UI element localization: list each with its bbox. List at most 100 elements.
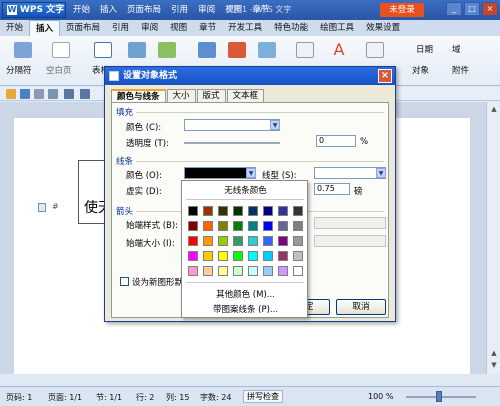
picture-icon[interactable] — [128, 42, 146, 58]
preview-icon[interactable] — [48, 89, 58, 99]
clipart-icon[interactable] — [158, 42, 176, 58]
date-label[interactable]: 日期 — [416, 43, 433, 55]
tab-drawing-tools[interactable]: 绘图工具 — [314, 20, 360, 36]
tab-page-layout[interactable]: 页面布局 — [60, 20, 106, 36]
end-size-dropdown[interactable] — [314, 235, 386, 247]
menu-references[interactable]: 引用 — [166, 3, 193, 17]
color-swatch[interactable] — [203, 221, 213, 231]
dialog-title-bar[interactable]: 设置对象格式 — [105, 67, 395, 85]
menu-start[interactable]: 开始 — [68, 3, 95, 17]
minimize-icon[interactable]: _ — [446, 2, 462, 16]
object-label[interactable]: 对象 — [412, 64, 429, 76]
blank-page-icon[interactable] — [52, 42, 70, 58]
vertical-scrollbar[interactable]: ▲ ▲ ▼ — [486, 102, 500, 374]
scroll-up-icon[interactable]: ▲ — [489, 104, 499, 114]
smartart-icon[interactable] — [258, 42, 276, 58]
tab-size[interactable]: 大小 — [166, 89, 196, 103]
line-color-chevron-down-icon[interactable]: ▼ — [246, 168, 256, 178]
save-icon[interactable] — [20, 89, 30, 99]
color-swatch[interactable] — [203, 266, 213, 276]
attachment-label[interactable]: 附件 — [452, 64, 469, 76]
wordart-icon[interactable]: A — [330, 42, 348, 58]
color-swatch[interactable] — [263, 266, 273, 276]
tab-special[interactable]: 特色功能 — [268, 20, 314, 36]
color-swatch[interactable] — [263, 221, 273, 231]
open-icon[interactable] — [6, 89, 16, 99]
color-swatch[interactable] — [188, 266, 198, 276]
color-swatch[interactable] — [248, 251, 258, 261]
redo-icon[interactable] — [80, 89, 90, 99]
tab-chapter[interactable]: 章节 — [193, 20, 222, 36]
end-style-dropdown[interactable] — [314, 217, 386, 229]
color-swatch[interactable] — [218, 266, 228, 276]
restore-icon[interactable]: □ — [464, 2, 480, 16]
color-swatch[interactable] — [218, 221, 228, 231]
color-swatch[interactable] — [233, 221, 243, 231]
color-swatch[interactable] — [188, 251, 198, 261]
color-swatch[interactable] — [293, 206, 303, 216]
spellcheck-button[interactable]: 拼写检查 — [243, 390, 283, 403]
pattern-line-option[interactable]: 带图案线条 (P)... — [182, 303, 309, 315]
page-break-label[interactable]: 分隔符 — [6, 64, 32, 76]
color-swatch[interactable] — [263, 251, 273, 261]
dialog-close-button[interactable]: × — [378, 69, 392, 83]
field-label[interactable]: 域 — [452, 43, 461, 55]
default-checkbox[interactable] — [120, 277, 129, 286]
color-swatch[interactable] — [278, 236, 288, 246]
color-swatch[interactable] — [293, 236, 303, 246]
dropcap-icon[interactable] — [366, 42, 384, 58]
menu-page-layout[interactable]: 页面布局 — [122, 3, 166, 17]
shapes-icon[interactable] — [198, 42, 216, 58]
color-swatch[interactable] — [278, 251, 288, 261]
close-icon[interactable]: × — [482, 2, 498, 16]
tab-effects[interactable]: 效果设置 — [360, 20, 406, 36]
color-swatch[interactable] — [188, 206, 198, 216]
prev-page-icon[interactable]: ▲ — [489, 348, 499, 358]
line-weight-input[interactable]: 0.75 — [314, 183, 350, 195]
chart-icon[interactable] — [228, 42, 246, 58]
color-swatch[interactable] — [293, 251, 303, 261]
color-swatch[interactable] — [293, 221, 303, 231]
color-swatch[interactable] — [188, 221, 198, 231]
color-swatch[interactable] — [203, 206, 213, 216]
tab-textbox[interactable]: 文本框 — [226, 89, 265, 103]
color-swatch[interactable] — [218, 236, 228, 246]
print-icon[interactable] — [34, 89, 44, 99]
color-swatch[interactable] — [203, 236, 213, 246]
menu-insert[interactable]: 插入 — [95, 3, 122, 17]
fill-color-dropdown[interactable] — [184, 119, 280, 131]
wps-app-button[interactable]: W WPS 文字 — [2, 2, 66, 18]
undo-icon[interactable] — [64, 89, 74, 99]
blank-page-label[interactable]: 空白页 — [46, 64, 72, 76]
tab-references[interactable]: 引用 — [106, 20, 135, 36]
color-swatch[interactable] — [233, 251, 243, 261]
tab-colors-lines[interactable]: 颜色与线条 — [111, 89, 166, 103]
transparency-slider[interactable] — [184, 142, 280, 144]
page-break-icon[interactable] — [14, 42, 32, 58]
tab-review[interactable]: 审阅 — [135, 20, 164, 36]
textbox-tool-icon[interactable] — [296, 42, 314, 58]
color-swatch[interactable] — [248, 206, 258, 216]
color-swatch[interactable] — [263, 206, 273, 216]
color-swatch[interactable] — [248, 221, 258, 231]
color-swatch[interactable] — [233, 236, 243, 246]
color-swatch[interactable] — [248, 236, 258, 246]
menu-review[interactable]: 审阅 — [193, 3, 220, 17]
color-swatch[interactable] — [278, 221, 288, 231]
no-line-color-option[interactable]: 无线条颜色 — [182, 184, 309, 196]
color-swatch[interactable] — [233, 266, 243, 276]
tab-view[interactable]: 视图 — [164, 20, 193, 36]
color-swatch[interactable] — [218, 206, 228, 216]
fill-color-chevron-down-icon[interactable]: ▼ — [270, 120, 280, 130]
color-swatch[interactable] — [233, 206, 243, 216]
login-button[interactable]: 未登录 — [380, 3, 424, 17]
color-swatch[interactable] — [293, 266, 303, 276]
tab-layout[interactable]: 版式 — [196, 89, 226, 103]
color-swatch[interactable] — [203, 251, 213, 261]
tab-insert[interactable]: 插入 — [29, 20, 61, 36]
cancel-button[interactable]: 取消 — [336, 299, 386, 315]
line-style-chevron-down-icon[interactable]: ▼ — [376, 168, 386, 178]
color-swatch[interactable] — [248, 266, 258, 276]
color-swatch[interactable] — [278, 206, 288, 216]
zoom-slider-thumb[interactable] — [436, 391, 442, 402]
